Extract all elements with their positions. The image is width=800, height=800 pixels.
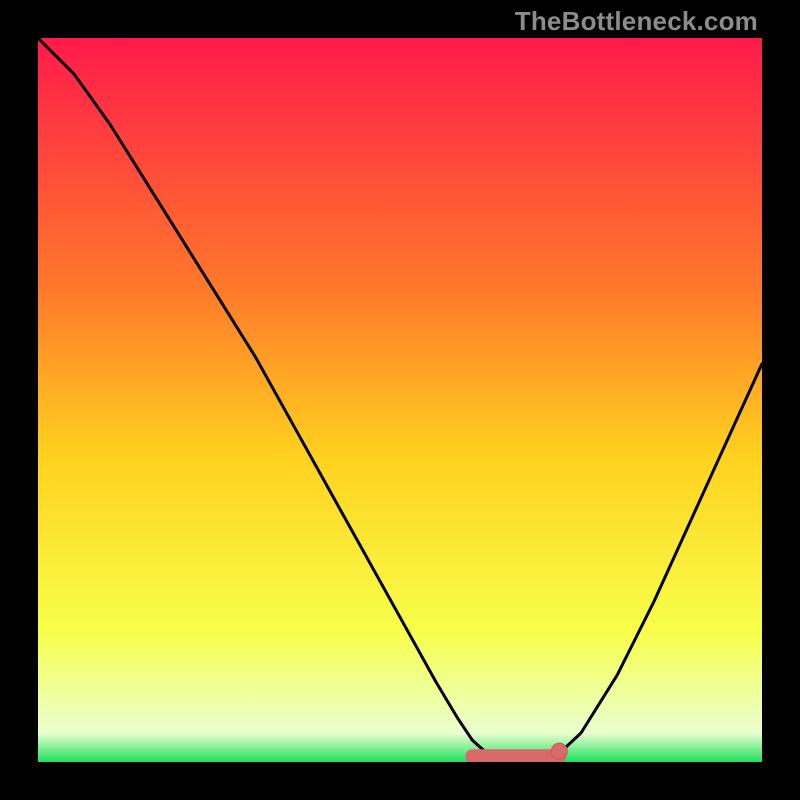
watermark-text: TheBottleneck.com xyxy=(515,6,758,37)
plot-area xyxy=(38,38,762,762)
bottleneck-curve xyxy=(38,38,762,762)
chart-frame: TheBottleneck.com xyxy=(0,0,800,800)
